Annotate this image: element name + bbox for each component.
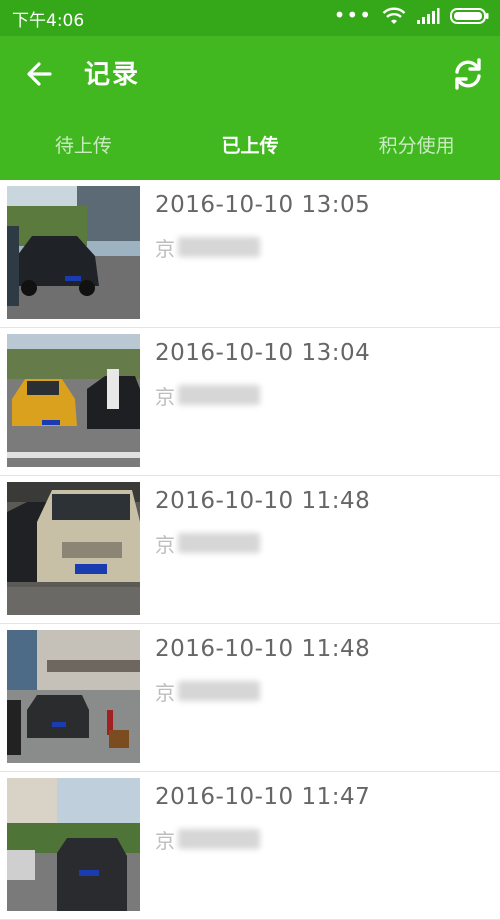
plate-number: 京	[155, 826, 260, 853]
plate-prefix: 京	[155, 384, 175, 409]
plate-prefix: 京	[155, 532, 175, 557]
record-time: 2016-10-10 13:04	[155, 340, 371, 366]
plate-blurred	[178, 385, 260, 405]
record-time: 2016-10-10 13:05	[155, 192, 371, 218]
plate-prefix: 京	[155, 828, 175, 853]
tab-pending-upload[interactable]: 待上传	[0, 112, 167, 180]
record-time: 2016-10-10 11:47	[155, 784, 371, 810]
refresh-icon[interactable]	[450, 56, 486, 92]
list-item[interactable]: 2016-10-10 13:04 京	[0, 328, 500, 476]
record-photo[interactable]	[7, 334, 140, 467]
plate-number: 京	[155, 234, 260, 261]
tab-uploaded[interactable]: 已上传	[167, 112, 334, 180]
list-item[interactable]: 2016-10-10 11:48 京	[0, 624, 500, 772]
signal-icon	[416, 7, 440, 30]
record-photo[interactable]	[7, 482, 140, 615]
status-bar: 下午4:06 •••	[0, 0, 500, 36]
record-photo[interactable]	[7, 630, 140, 763]
record-time: 2016-10-10 11:48	[155, 488, 371, 514]
record-list: 2016-10-10 13:05 京 2016-10-10 13:04 京 20…	[0, 180, 500, 920]
page-title: 记录	[84, 60, 141, 90]
plate-number: 京	[155, 382, 260, 409]
tab-points-usage[interactable]: 积分使用	[333, 112, 500, 180]
plate-blurred	[178, 237, 260, 257]
status-icons: •••	[333, 3, 490, 31]
plate-prefix: 京	[155, 680, 175, 705]
arrow-left-icon[interactable]	[22, 56, 58, 92]
list-item[interactable]: 2016-10-10 11:47 京	[0, 772, 500, 920]
wifi-icon	[382, 6, 406, 31]
plate-blurred	[178, 533, 260, 553]
list-item[interactable]: 2016-10-10 13:05 京	[0, 180, 500, 328]
record-photo[interactable]	[7, 186, 140, 319]
status-time: 下午4:06	[12, 10, 85, 31]
list-item[interactable]: 2016-10-10 11:48 京	[0, 476, 500, 624]
more-dots-icon: •••	[333, 3, 372, 27]
record-time: 2016-10-10 11:48	[155, 636, 371, 662]
plate-number: 京	[155, 678, 260, 705]
tab-bar: 待上传 已上传 积分使用	[0, 112, 500, 180]
plate-number: 京	[155, 530, 260, 557]
battery-icon	[450, 7, 490, 30]
plate-blurred	[178, 681, 260, 701]
app-bar: 记录	[0, 36, 500, 112]
plate-prefix: 京	[155, 236, 175, 261]
plate-blurred	[178, 829, 260, 849]
record-photo[interactable]	[7, 778, 140, 911]
